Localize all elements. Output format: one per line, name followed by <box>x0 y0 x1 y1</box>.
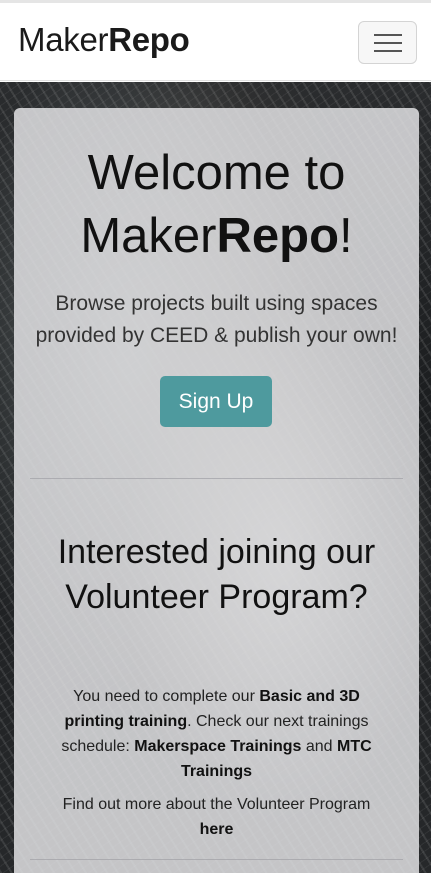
hero-background: Welcome to MakerRepo! Browse projects bu… <box>0 82 431 873</box>
hamburger-icon-bar <box>374 42 402 44</box>
welcome-repo: Repo <box>216 209 340 263</box>
volunteer-training-text: You need to complete our Basic and 3D pr… <box>42 684 391 784</box>
welcome-line1: Welcome to <box>87 146 346 200</box>
training-text-1: You need to complete our <box>73 688 260 705</box>
volunteer-more-text: Find out more about the Volunteer Progra… <box>34 792 399 842</box>
brand-logo[interactable]: MakerRepo <box>18 19 190 62</box>
hamburger-icon <box>374 34 402 36</box>
welcome-heading: Welcome to MakerRepo! <box>14 142 419 268</box>
sign-up-button[interactable]: Sign Up <box>160 376 272 427</box>
section-divider <box>30 478 403 479</box>
welcome-card: Welcome to MakerRepo! Browse projects bu… <box>14 108 419 873</box>
makerspace-trainings-link[interactable]: Makerspace Trainings <box>134 738 301 755</box>
welcome-bang: ! <box>339 209 353 263</box>
find-out-text: Find out more about the Volunteer Progra… <box>62 796 371 813</box>
menu-toggle-button[interactable] <box>358 21 417 64</box>
brand-repo: Repo <box>108 21 190 58</box>
volunteer-here-link[interactable]: here <box>200 821 234 838</box>
navbar: MakerRepo <box>0 3 431 81</box>
volunteer-heading: Interested joining our Volunteer Program… <box>57 533 376 616</box>
hamburger-icon-bar <box>374 50 402 52</box>
section-divider-bottom <box>30 859 403 860</box>
welcome-subtitle: Browse projects built using spaces provi… <box>35 292 398 347</box>
welcome-maker: Maker <box>80 209 217 263</box>
training-text-3: and <box>301 738 338 755</box>
brand-maker: Maker <box>18 21 109 58</box>
